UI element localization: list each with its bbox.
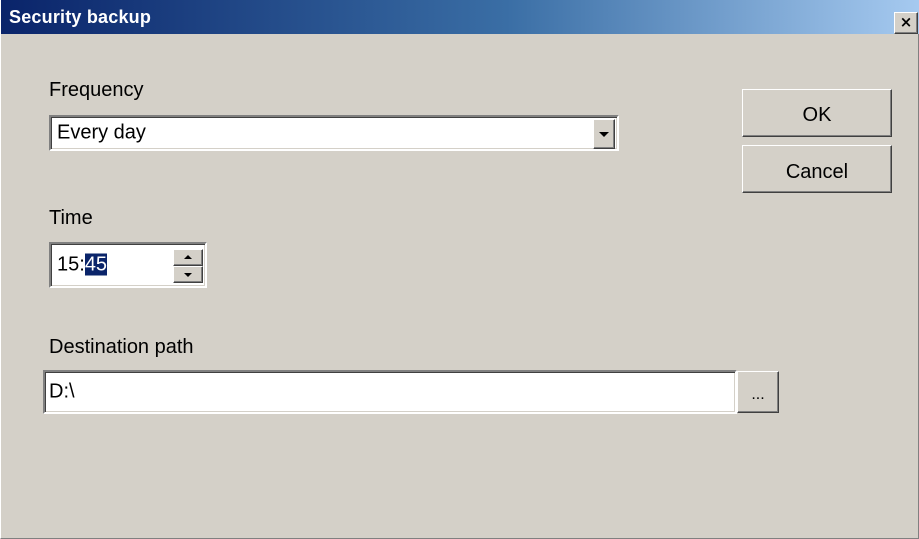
time-field[interactable]: 15:45	[49, 242, 207, 288]
security-backup-dialog: Security backup × Frequency Every day Ti…	[0, 0, 919, 539]
time-hours[interactable]: 15	[57, 254, 79, 276]
ok-button[interactable]: OK	[742, 89, 892, 137]
close-button[interactable]: ×	[894, 12, 918, 34]
destination-path-input[interactable]: D:\	[43, 370, 737, 414]
time-spin-up-button[interactable]	[173, 249, 203, 266]
time-separator: :	[79, 253, 85, 276]
close-icon: ×	[899, 13, 913, 31]
destination-path-value: D:\	[49, 380, 75, 403]
time-value: 15:45	[57, 253, 108, 277]
frequency-label: Frequency	[49, 79, 144, 101]
time-minutes-selected[interactable]: 45	[84, 253, 108, 276]
time-spin-down-button[interactable]	[173, 266, 203, 283]
cancel-button[interactable]: Cancel	[742, 145, 892, 193]
window-title: Security backup	[9, 7, 152, 27]
chevron-down-icon	[599, 132, 609, 137]
arrow-up-icon	[184, 255, 192, 259]
title-bar[interactable]: Security backup ×	[1, 0, 919, 34]
destination-path-label: Destination path	[49, 336, 194, 358]
frequency-dropdown-button[interactable]	[593, 119, 615, 149]
frequency-dropdown[interactable]: Every day	[49, 115, 619, 151]
time-label: Time	[49, 207, 93, 229]
browse-button[interactable]: ...	[737, 371, 779, 413]
arrow-down-icon	[184, 273, 192, 277]
frequency-selected-value: Every day	[57, 121, 146, 144]
